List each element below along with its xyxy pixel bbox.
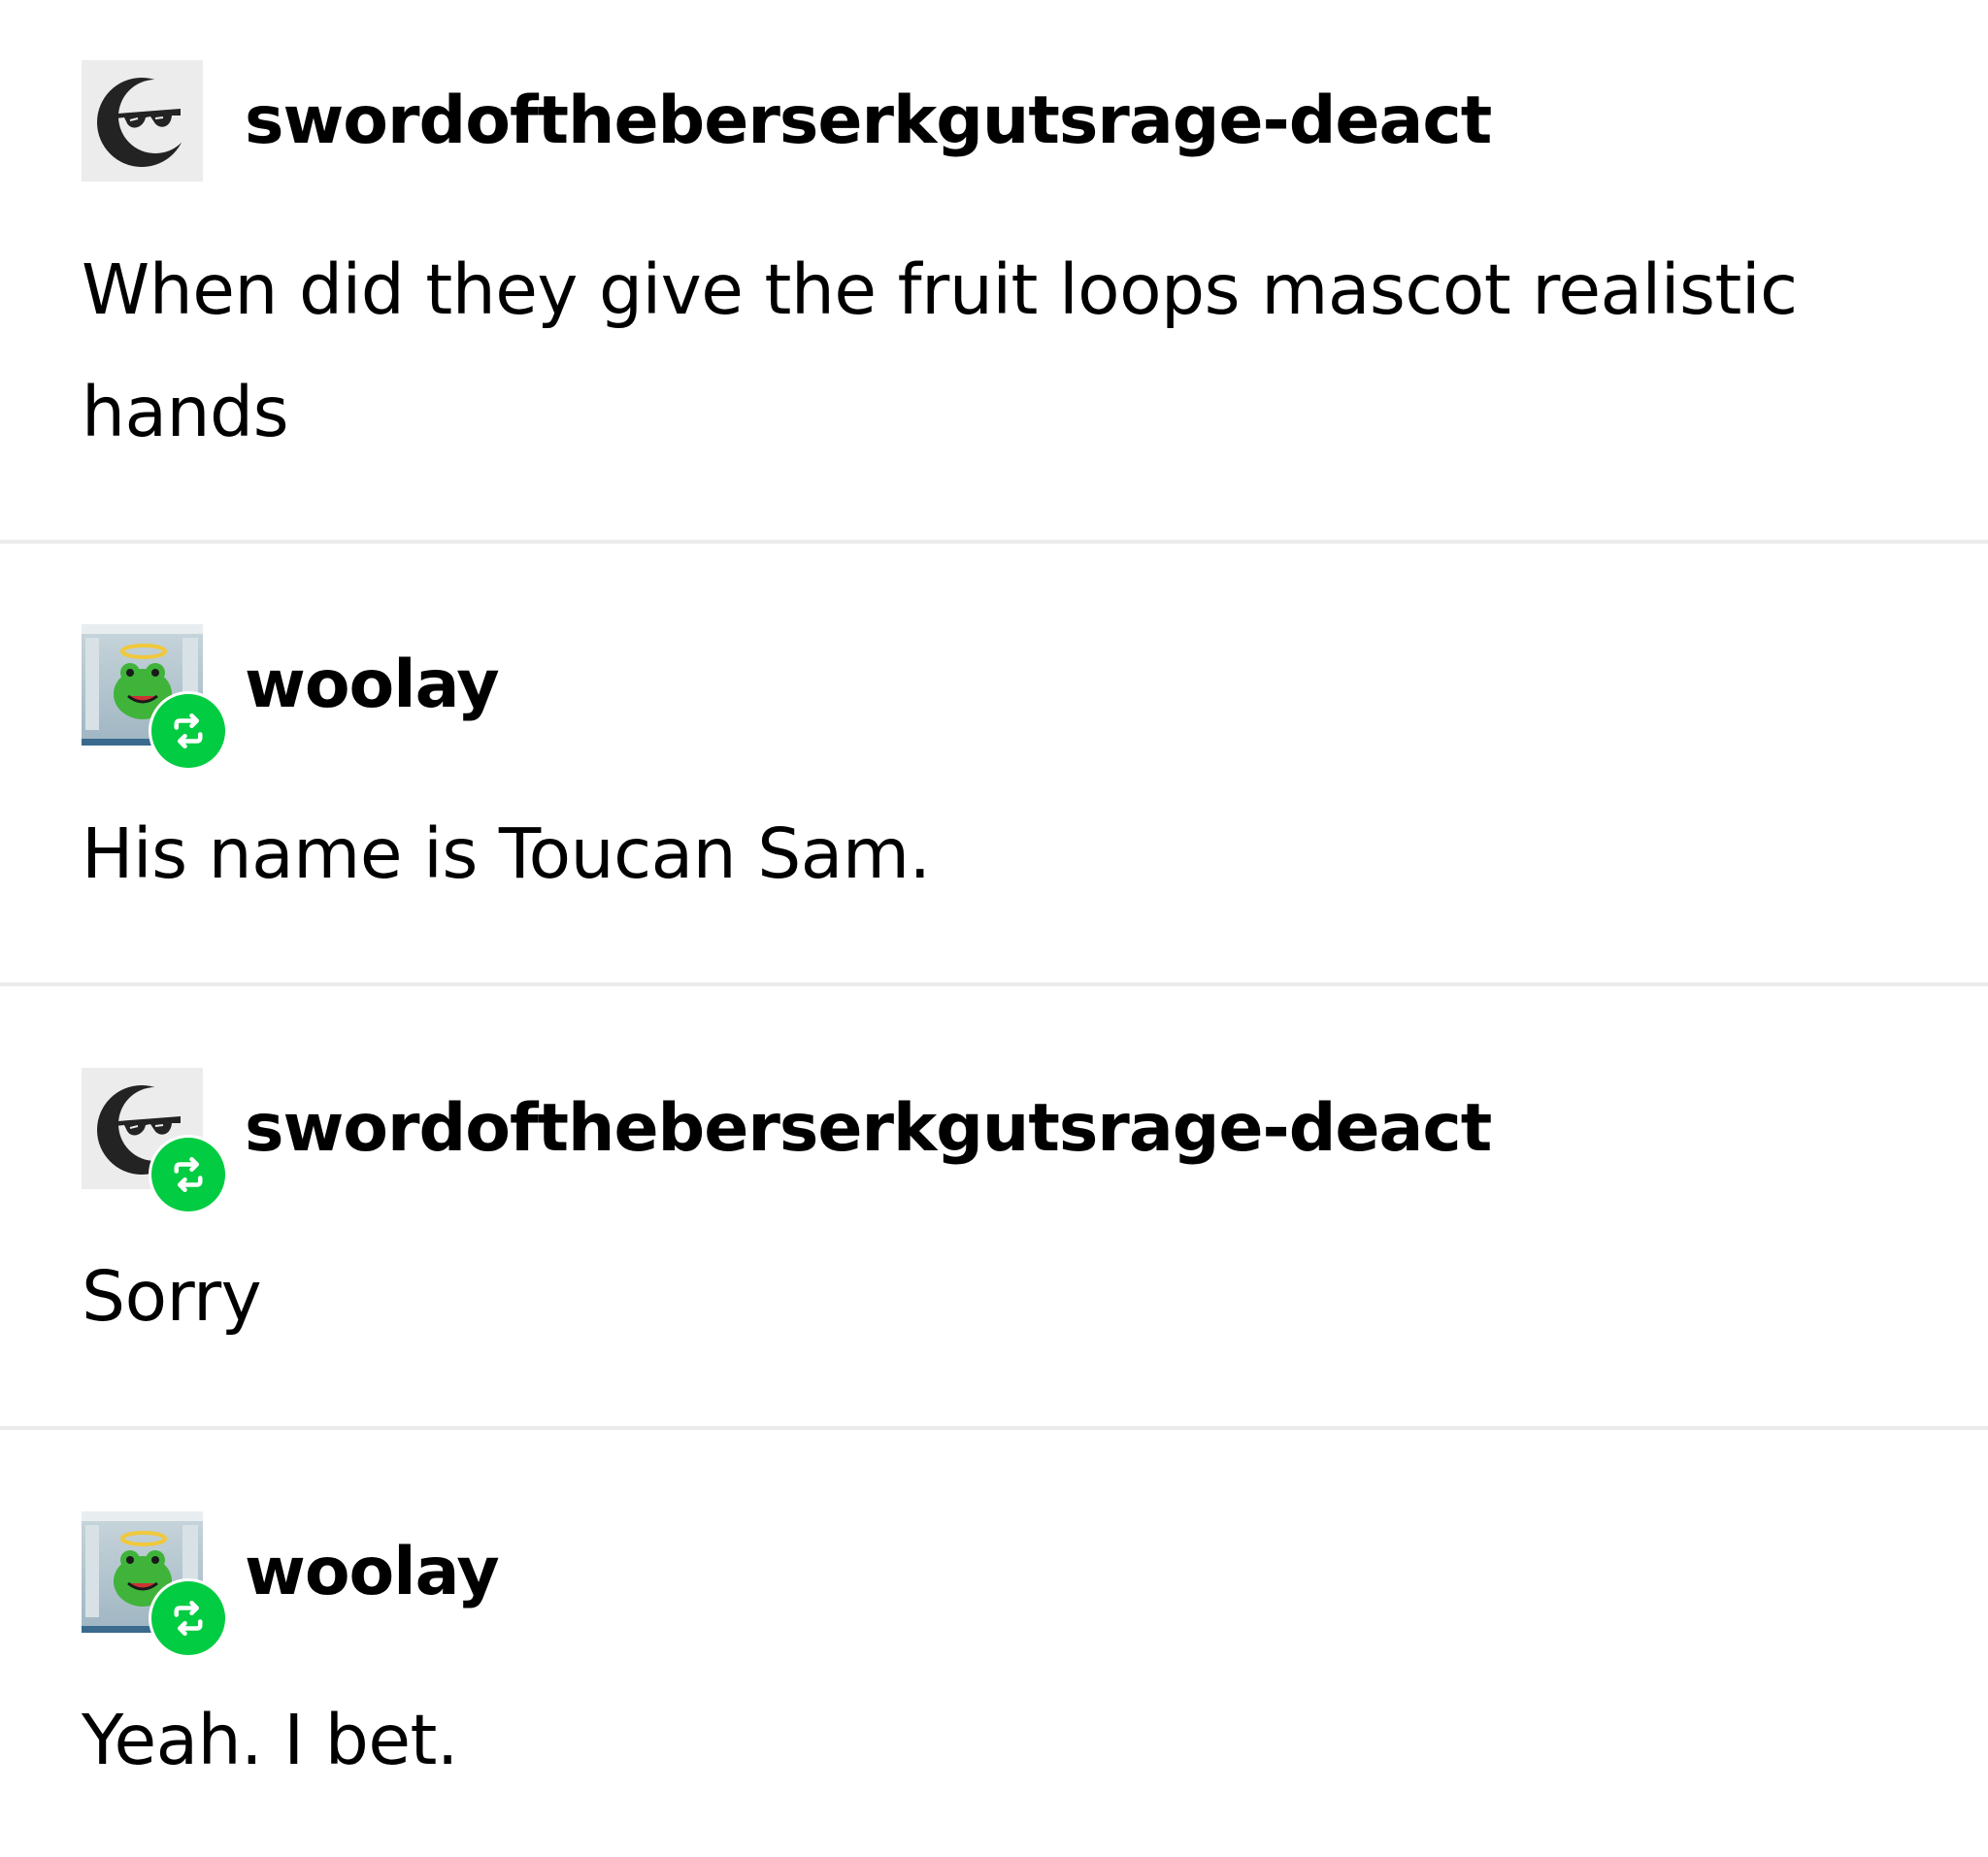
reblog-icon (174, 1600, 203, 1637)
post-text: Sorry (82, 1256, 262, 1337)
entry-header: woolay (82, 624, 1926, 771)
username[interactable]: swordoftheberserkgutsrage-deact (245, 87, 1492, 154)
reblog-icon (174, 1156, 203, 1193)
username[interactable]: woolay (245, 1539, 500, 1606)
reblog-badge (149, 1135, 228, 1214)
entry-header: swordoftheberserkgutsrage-deact (82, 60, 1926, 182)
username[interactable]: swordoftheberserkgutsrage-deact (245, 1095, 1492, 1162)
divider (0, 982, 1988, 986)
sunglasses-moon-avatar[interactable] (82, 1068, 228, 1214)
sunglasses-moon-icon (82, 60, 203, 182)
divider (0, 1426, 1988, 1430)
entry-header: swordoftheberserkgutsrage-deact (82, 1068, 1926, 1214)
post-text: When did they give the fruit loops masco… (82, 249, 1798, 452)
frog-angel-avatar[interactable] (82, 1511, 228, 1658)
frog-angel-avatar[interactable] (82, 624, 228, 771)
post-text: His name is Toucan Sam. (82, 813, 931, 894)
post-text: Yeah. I bet. (82, 1700, 458, 1780)
sunglasses-moon-avatar[interactable] (82, 60, 203, 182)
entry-header: woolay (82, 1511, 1926, 1658)
reblog-badge (149, 1578, 228, 1658)
reblog-thread: swordoftheberserkgutsrage-deact When did… (0, 0, 1988, 1857)
reblog-badge (149, 691, 228, 771)
divider (0, 540, 1988, 544)
reblog-icon (174, 713, 203, 749)
username[interactable]: woolay (245, 651, 500, 718)
